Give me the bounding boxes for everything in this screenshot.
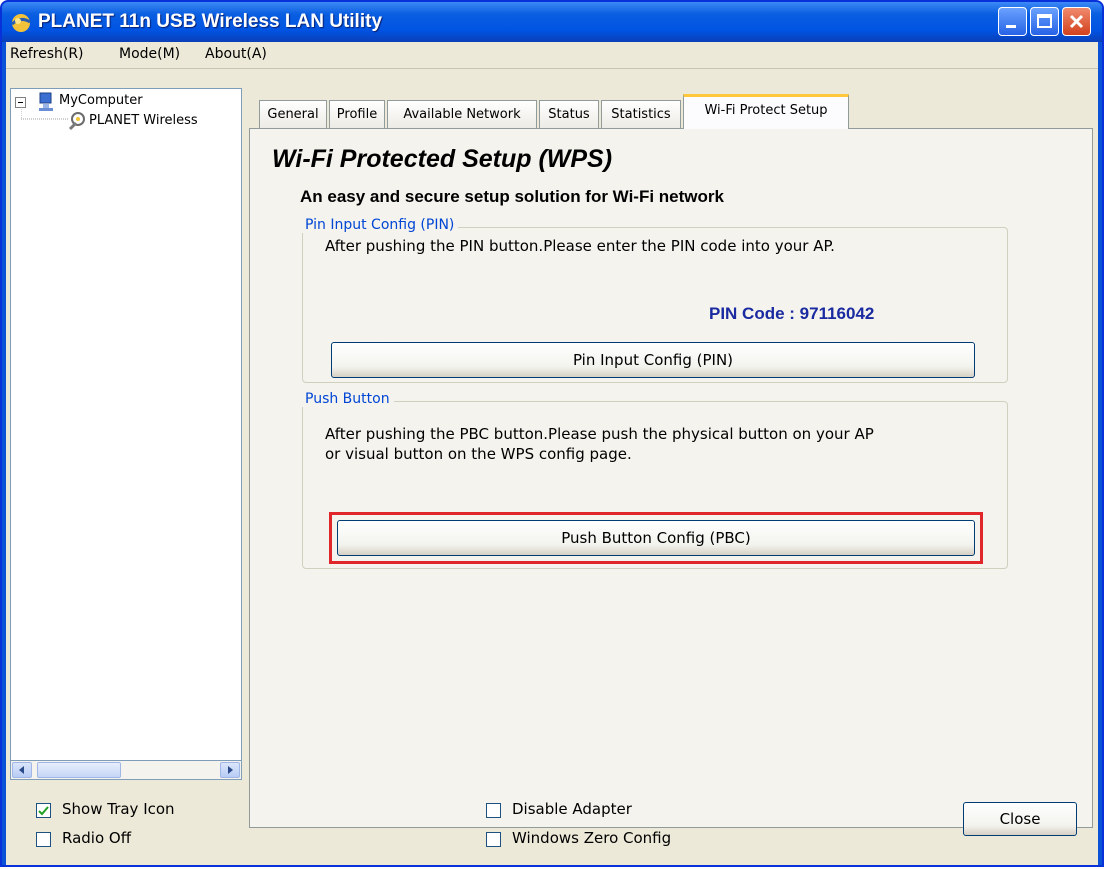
tree-horizontal-scrollbar[interactable] (10, 760, 242, 780)
tab-available-network[interactable]: Available Network (387, 100, 537, 128)
wireless-adapter-icon (68, 112, 85, 131)
menu-mode[interactable]: Mode(M) (119, 46, 180, 62)
pin-group-legend: Pin Input Config (PIN) (301, 217, 459, 233)
tab-profile[interactable]: Profile (329, 100, 385, 128)
title-bar[interactable]: PLANET 11n USB Wireless LAN Utility (2, 2, 1102, 42)
radio-off-label: Radio Off (62, 829, 132, 847)
menu-bar: Refresh(R) Mode(M) About(A) (6, 42, 1098, 69)
push-button-config-button[interactable]: Push Button Config (PBC) (337, 520, 975, 556)
menu-about[interactable]: About(A) (205, 46, 267, 62)
scroll-thumb[interactable] (37, 762, 121, 778)
close-window-button[interactable] (1062, 7, 1091, 36)
tab-wifi-protect-setup[interactable]: Wi-Fi Protect Setup (683, 94, 849, 129)
minimize-icon (1006, 25, 1016, 28)
close-icon (1069, 14, 1084, 29)
maximize-button[interactable] (1030, 7, 1059, 36)
windows-zero-config-label: Windows Zero Config (512, 829, 672, 847)
disable-adapter-label: Disable Adapter (512, 800, 632, 818)
windows-zero-config-checkbox[interactable] (486, 832, 501, 847)
planet-logo-icon (11, 14, 31, 32)
device-tree[interactable]: MyComputer PLANET Wireless (10, 88, 242, 778)
pin-input-config-button[interactable]: Pin Input Config (PIN) (331, 342, 975, 378)
tree-connector (21, 107, 69, 120)
tab-general[interactable]: General (259, 100, 327, 128)
app-window: PLANET 11n USB Wireless LAN Utility Refr… (0, 0, 1104, 867)
tab-container: General Profile Available Network Status… (247, 92, 1095, 830)
checkmark-icon (38, 806, 49, 816)
wps-panel: Wi-Fi Protected Setup (WPS) An easy and … (249, 128, 1093, 828)
radio-off-checkbox[interactable] (36, 832, 51, 847)
show-tray-icon-label: Show Tray Icon (62, 800, 175, 818)
maximize-icon (1037, 14, 1052, 28)
menu-refresh[interactable]: Refresh(R) (10, 46, 84, 62)
arrow-right-icon (228, 766, 233, 774)
arrow-left-icon (19, 766, 24, 774)
push-group-legend: Push Button (301, 391, 394, 407)
pin-config-group: Pin Input Config (PIN) After pushing the… (301, 217, 1008, 383)
page-subtitle: An easy and secure setup solution for Wi… (300, 187, 724, 206)
tab-statistics[interactable]: Statistics (601, 100, 681, 128)
footer-controls: Show Tray Icon Radio Off Disable Adapter… (6, 780, 1098, 865)
client-area: Refresh(R) Mode(M) About(A) MyComputer P… (6, 42, 1098, 865)
pbc-description-line1: After pushing the PBC button.Please push… (325, 425, 874, 443)
tree-item-mycomputer[interactable]: MyComputer (59, 93, 143, 108)
show-tray-icon-checkbox[interactable] (36, 803, 51, 818)
pin-code-value: PIN Code : 97116042 (709, 304, 875, 323)
pbc-description-line2: or visual button on the WPS config page. (325, 445, 632, 463)
tab-status[interactable]: Status (539, 100, 599, 128)
close-button[interactable]: Close (963, 802, 1077, 836)
minimize-button[interactable] (998, 7, 1027, 36)
page-title: Wi-Fi Protected Setup (WPS) (272, 145, 613, 173)
disable-adapter-checkbox[interactable] (486, 803, 501, 818)
tree-item-planet-wireless[interactable]: PLANET Wireless (89, 113, 198, 128)
push-button-group: Push Button After pushing the PBC button… (301, 391, 1008, 569)
scroll-right-button[interactable] (220, 762, 240, 778)
window-title: PLANET 11n USB Wireless LAN Utility (38, 11, 383, 32)
scroll-left-button[interactable] (12, 762, 32, 778)
pin-description: After pushing the PIN button.Please ente… (325, 237, 835, 255)
